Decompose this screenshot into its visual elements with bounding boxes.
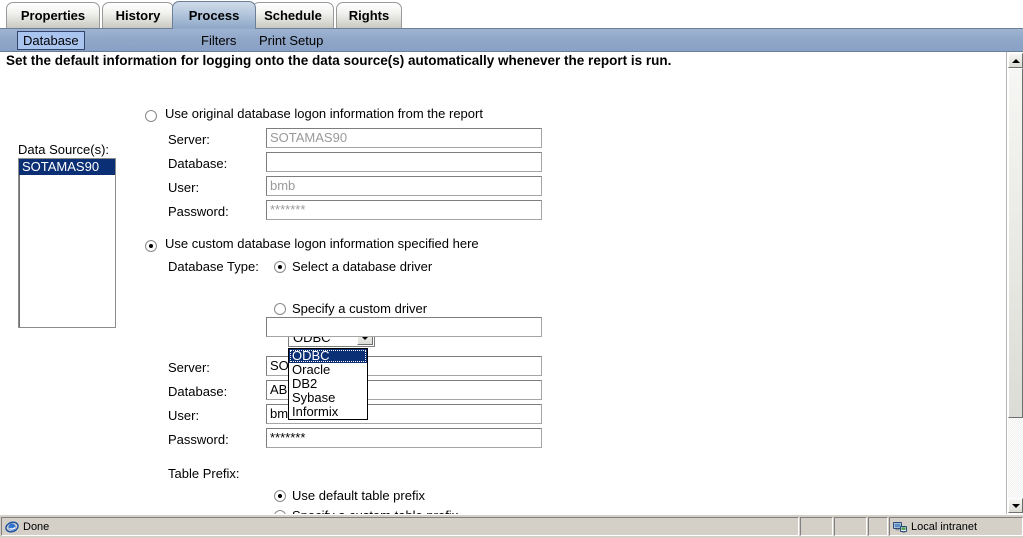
database-driver-dropdown-list[interactable]: ODBC Oracle DB2 Sybase Informix xyxy=(288,348,368,420)
radio-use-original-logon-label: Use original database logon information … xyxy=(165,106,483,121)
status-panel-b xyxy=(834,517,867,536)
radio-use-original-logon[interactable] xyxy=(145,110,157,122)
status-message-panel: Done xyxy=(1,517,799,536)
page-headline: Set the default information for logging … xyxy=(6,53,672,68)
scrollbar-track[interactable] xyxy=(1008,68,1023,498)
custom-server-label: Server: xyxy=(168,360,210,375)
tab-history[interactable]: History xyxy=(102,2,174,28)
subnav-parameters-label: Parameters xyxy=(109,33,177,48)
subnav-item-parameters: Parameters xyxy=(104,32,181,49)
list-item[interactable]: SOTAMAS90 xyxy=(19,159,115,175)
tab-process[interactable]: Process xyxy=(172,1,256,29)
internet-explorer-icon xyxy=(5,520,19,534)
original-password-input[interactable]: ******* xyxy=(266,200,542,220)
tab-history-label: History xyxy=(115,8,161,23)
data-sources-listbox[interactable]: SOTAMAS90 xyxy=(18,158,116,328)
status-panel-c xyxy=(868,517,888,536)
tab-schedule-label: Schedule xyxy=(264,8,322,23)
custom-database-label: Database: xyxy=(168,384,228,399)
security-zone-panel[interactable]: Local intranet xyxy=(889,517,1023,536)
content-pane: Set the default information for logging … xyxy=(0,52,1006,514)
tab-schedule[interactable]: Schedule xyxy=(252,2,334,28)
vertical-scrollbar[interactable] xyxy=(1006,52,1023,514)
custom-user-label: User: xyxy=(168,408,200,423)
original-database-label: Database: xyxy=(168,156,228,171)
tab-strip: Properties History Process Schedule Righ… xyxy=(0,0,1023,29)
original-user-label: User: xyxy=(168,180,200,195)
subnav-print-setup-label: Print Setup xyxy=(259,33,324,48)
tab-process-label: Process xyxy=(188,8,240,23)
dropdown-option-sybase[interactable]: Sybase xyxy=(289,391,367,405)
radio-select-database-driver-label: Select a database driver xyxy=(292,259,433,274)
scrollbar-thumb[interactable] xyxy=(1008,68,1023,418)
status-panel-a xyxy=(800,517,833,536)
radio-use-custom-logon[interactable] xyxy=(145,240,157,252)
radio-specify-custom-driver[interactable] xyxy=(274,303,286,315)
dropdown-option-odbc[interactable]: ODBC xyxy=(289,349,367,363)
radio-specify-custom-driver-label: Specify a custom driver xyxy=(292,301,428,316)
original-user-input[interactable]: bmb xyxy=(266,176,542,196)
original-server-label: Server: xyxy=(168,132,210,147)
radio-use-custom-logon-label: Use custom database logon information sp… xyxy=(165,236,479,251)
tab-rights-label: Rights xyxy=(348,8,390,23)
local-intranet-icon xyxy=(893,520,907,534)
scroll-up-button[interactable] xyxy=(1008,53,1023,68)
subnav-item-print-setup[interactable]: Print Setup xyxy=(254,32,328,49)
tab-properties[interactable]: Properties xyxy=(6,2,100,28)
original-database-input[interactable] xyxy=(266,152,542,172)
radio-select-database-driver[interactable] xyxy=(274,261,286,273)
status-bar: Done Local intranet xyxy=(0,514,1023,538)
subnav-item-filters[interactable]: Filters xyxy=(196,32,241,49)
database-type-label: Database Type: xyxy=(168,259,259,274)
dropdown-option-db2[interactable]: DB2 xyxy=(289,377,367,391)
table-prefix-label: Table Prefix: xyxy=(168,466,240,481)
custom-password-input[interactable]: ******* xyxy=(266,428,542,448)
sub-navigation-bar: Database Parameters Filters Print Setup xyxy=(0,28,1023,52)
radio-use-default-table-prefix-label: Use default table prefix xyxy=(292,488,425,503)
subnav-item-database[interactable]: Database xyxy=(17,31,85,50)
original-password-label: Password: xyxy=(168,204,229,219)
data-sources-label: Data Source(s): xyxy=(18,142,110,157)
security-zone-text: Local intranet xyxy=(911,520,978,533)
tab-properties-label: Properties xyxy=(20,8,86,23)
dropdown-option-oracle[interactable]: Oracle xyxy=(289,363,367,377)
custom-password-label: Password: xyxy=(168,432,229,447)
original-server-input[interactable]: SOTAMAS90 xyxy=(266,128,542,148)
custom-driver-input[interactable] xyxy=(266,317,542,337)
subnav-database-label: Database xyxy=(23,33,79,48)
dropdown-option-informix[interactable]: Informix xyxy=(289,405,367,419)
status-message-text: Done xyxy=(23,520,50,533)
radio-use-default-table-prefix[interactable] xyxy=(274,490,286,502)
tab-rights[interactable]: Rights xyxy=(336,2,402,28)
subnav-filters-label: Filters xyxy=(201,33,237,48)
scroll-down-button[interactable] xyxy=(1008,498,1023,513)
